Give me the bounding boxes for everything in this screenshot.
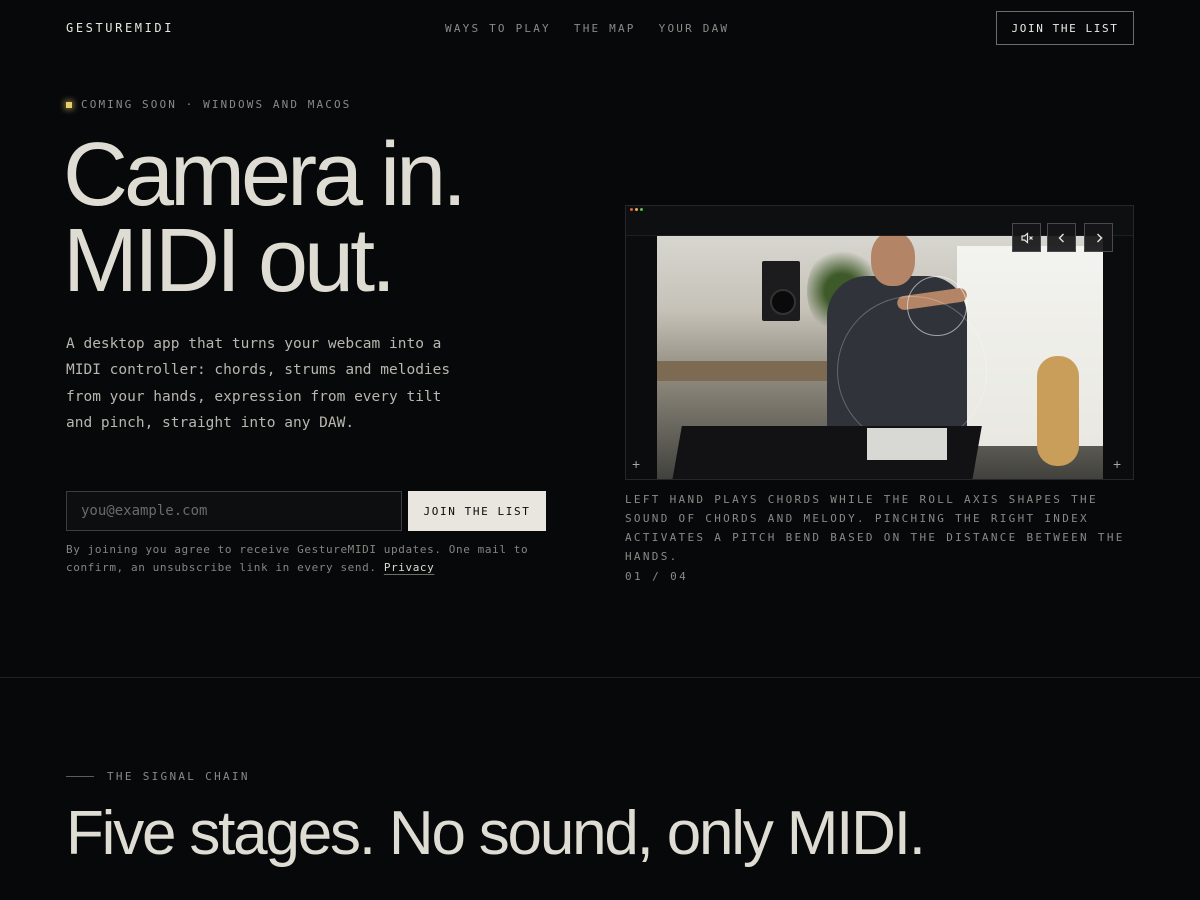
gesture-overlay-ring [907,276,967,336]
nav-your-daw[interactable]: YOUR DAW [659,22,730,35]
studio-monitor-image [762,261,800,321]
join-list-submit-button[interactable]: JOIN THE LIST [408,491,546,531]
slide-caption: LEFT HAND PLAYS CHORDS WHILE THE ROLL AX… [625,493,1125,563]
headline-line-2: MIDI out. [63,211,396,311]
main-nav: WAYS TO PLAY THE MAP YOUR DAW [445,22,729,35]
demo-video-frame [657,236,1103,479]
nav-ways-to-play[interactable]: WAYS TO PLAY [445,22,551,35]
demo-video-player[interactable]: + + [625,205,1134,480]
headline-line-1: Camera in. [63,125,467,225]
chevron-right-icon [1096,233,1102,242]
eyebrow-text: COMING SOON · WINDOWS AND MACOS [81,98,352,111]
join-list-header-button[interactable]: JOIN THE LIST [996,11,1134,45]
next-slide-button[interactable] [1084,223,1113,252]
mute-button[interactable] [1012,223,1041,252]
status-dot-icon [66,101,72,108]
chevron-left-icon [1058,233,1064,242]
guitar-image [1037,356,1079,466]
availability-eyebrow: COMING SOON · WINDOWS AND MACOS [66,98,351,111]
mute-icon [1020,231,1033,244]
legal-text: By joining you agree to receive GestureM… [66,543,529,574]
brand-logo[interactable]: GESTUREMIDI [66,21,174,35]
section-divider [0,677,1200,678]
hero-headline: Camera in. MIDI out. [63,125,467,311]
window-controls-icon [630,208,643,211]
section-title: Five stages. No sound, only MIDI. [66,799,926,868]
previous-slide-button[interactable] [1047,223,1076,252]
slide-counter: 01 / 04 [625,570,689,583]
hero-description: A desktop app that turns your webcam int… [66,336,451,431]
section-eyebrow-text: THE SIGNAL CHAIN [107,770,250,783]
corner-crosshair-icon: + [1113,456,1122,472]
email-input[interactable] [66,491,402,531]
eyebrow-rule [66,776,94,777]
legal-notice: By joining you agree to receive GestureM… [66,541,556,577]
privacy-link[interactable]: Privacy [384,561,435,574]
corner-crosshair-icon: + [632,456,641,472]
signup-form: JOIN THE LIST [66,491,546,531]
nav-the-map[interactable]: THE MAP [574,22,636,35]
section-eyebrow: THE SIGNAL CHAIN [66,770,250,783]
